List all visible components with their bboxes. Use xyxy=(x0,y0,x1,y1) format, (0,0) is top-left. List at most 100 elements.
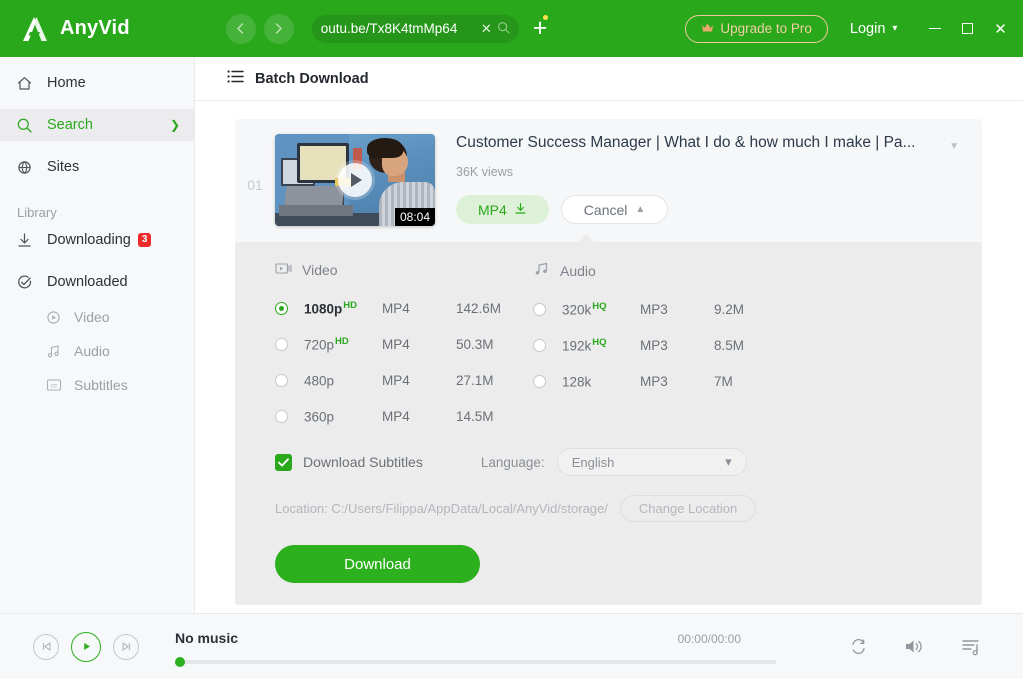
format-size: 142.6M xyxy=(456,300,502,316)
progress-bar[interactable] xyxy=(175,656,776,667)
language-label: Language: xyxy=(480,454,545,470)
sidebar-subitem-subtitles[interactable]: cc Subtitles xyxy=(0,370,194,400)
format-radio[interactable] xyxy=(533,374,546,388)
minimize-button[interactable] xyxy=(918,12,951,46)
sidebar-subitem-audio[interactable]: Audio xyxy=(0,336,194,366)
sidebar-item-sites[interactable]: Sites xyxy=(0,151,194,183)
close-button[interactable]: ✕ xyxy=(984,12,1017,46)
volume-button[interactable] xyxy=(904,637,925,656)
play-button[interactable] xyxy=(71,631,101,662)
next-button[interactable] xyxy=(113,633,139,660)
player-right-controls xyxy=(849,637,981,657)
sidebar-item-downloading[interactable]: Downloading 3 xyxy=(0,224,194,256)
format-quality: 480p xyxy=(304,373,335,389)
language-select[interactable]: English ▾ xyxy=(556,448,747,476)
sidebar-item-label: Sites xyxy=(47,159,80,175)
format-radio[interactable] xyxy=(533,302,546,316)
format-radio[interactable] xyxy=(275,337,288,351)
format-size: 14.5M xyxy=(456,408,494,424)
video-thumbnail[interactable]: 08:04 xyxy=(275,134,435,226)
login-button[interactable]: Login ▾ xyxy=(850,21,898,37)
format-extension: MP3 xyxy=(640,337,668,353)
cc-icon: cc xyxy=(46,378,66,392)
track-time: 00:00/00:00 xyxy=(677,631,741,646)
location-path: Location: C:/Users/Filippa/AppData/Local… xyxy=(275,501,608,516)
music-note-icon xyxy=(46,344,66,359)
app-logo: AnyVid xyxy=(20,14,130,44)
format-mp4-button[interactable]: MP4 xyxy=(456,195,549,225)
format-extension: MP4 xyxy=(382,336,410,352)
quality-tag: HQ xyxy=(592,300,607,312)
sidebar-item-search[interactable]: Search ❯ xyxy=(0,109,194,141)
cancel-button[interactable]: Cancel ▲ xyxy=(560,195,669,225)
forward-button[interactable] xyxy=(263,13,294,44)
video-formats-column: Video 1080pHD MP4 142.6M 720pHD MP4 50.3… xyxy=(275,262,533,434)
subtitles-row: Download Subtitles Language: English ▾ xyxy=(235,448,982,476)
back-button[interactable] xyxy=(225,13,256,44)
play-icon[interactable] xyxy=(338,163,372,197)
repeat-button[interactable] xyxy=(849,637,868,656)
progress-handle[interactable] xyxy=(175,656,185,667)
previous-button[interactable] xyxy=(33,633,59,660)
format-size: 9.2M xyxy=(714,301,745,317)
play-circle-icon xyxy=(46,310,66,325)
minimize-icon xyxy=(928,27,941,30)
format-extension: MP4 xyxy=(382,372,410,388)
sidebar-subitem-video[interactable]: Video xyxy=(0,302,194,332)
sidebar-item-label: Home xyxy=(47,75,86,91)
maximize-button[interactable] xyxy=(951,12,984,46)
player-controls xyxy=(33,631,139,662)
format-row-audio-0[interactable]: 320kHQ MP3 9.2M xyxy=(533,291,783,327)
check-circle-icon xyxy=(16,274,38,291)
sidebar-item-downloaded[interactable]: Downloaded xyxy=(0,266,194,298)
title-bar: AnyVid outu.be/Tx8K4tmMp64 ✕ + Upgrade t… xyxy=(0,0,1023,57)
format-row-video-0[interactable]: 1080pHD MP4 142.6M xyxy=(275,290,533,326)
url-input[interactable]: outu.be/Tx8K4tmMp64 xyxy=(321,21,476,36)
upgrade-label: Upgrade to Pro xyxy=(720,21,812,36)
format-quality: 360p xyxy=(304,409,335,425)
video-column-label: Video xyxy=(302,262,338,278)
change-location-button[interactable]: Change Location xyxy=(619,495,757,522)
sidebar-item-home[interactable]: Home xyxy=(0,67,194,99)
cancel-label: Cancel xyxy=(583,201,628,218)
sidebar-item-label: Downloading xyxy=(47,232,131,248)
new-tab-button[interactable]: + xyxy=(533,15,548,41)
downloading-count-badge: 3 xyxy=(137,232,152,248)
format-radio[interactable] xyxy=(275,301,288,315)
page-header: Batch Download xyxy=(195,57,1023,101)
login-label: Login xyxy=(849,20,886,37)
upgrade-to-pro-button[interactable]: Upgrade to Pro xyxy=(685,14,828,43)
download-icon xyxy=(514,202,527,218)
track-name: No music xyxy=(175,629,239,646)
search-icon[interactable] xyxy=(497,21,510,37)
format-row-video-2[interactable]: 480p MP4 27.1M xyxy=(275,362,533,398)
playlist-button[interactable] xyxy=(961,637,981,657)
location-row: Location: C:/Users/Filippa/AppData/Local… xyxy=(235,495,982,522)
format-quality: 128k xyxy=(562,374,592,390)
thumbnail-person-hair xyxy=(367,138,403,158)
crown-icon xyxy=(701,21,714,36)
format-options-panel: Video 1080pHD MP4 142.6M 720pHD MP4 50.3… xyxy=(235,234,982,605)
audio-column-label: Audio xyxy=(560,262,596,279)
url-bar[interactable]: outu.be/Tx8K4tmMp64 ✕ xyxy=(311,14,519,43)
play-icon xyxy=(83,643,90,650)
sidebar-subitem-label: Video xyxy=(74,309,110,325)
download-button[interactable]: Download xyxy=(275,545,480,583)
chevron-down-icon[interactable]: ▼ xyxy=(949,141,959,152)
format-radio[interactable] xyxy=(275,409,288,423)
maximize-icon xyxy=(962,23,973,34)
format-radio[interactable] xyxy=(275,373,288,387)
playlist-icon xyxy=(962,639,979,655)
format-row-video-1[interactable]: 720pHD MP4 50.3M xyxy=(275,326,533,362)
format-extension: MP3 xyxy=(640,373,668,389)
format-row-video-3[interactable]: 360p MP4 14.5M xyxy=(275,398,533,434)
sidebar-subitem-label: Subtitles xyxy=(74,377,128,393)
format-row-audio-1[interactable]: 192kHQ MP3 8.5M xyxy=(533,327,783,363)
list-icon xyxy=(227,69,244,89)
url-clear-icon[interactable]: ✕ xyxy=(481,21,492,37)
close-icon: ✕ xyxy=(994,20,1007,38)
page-title: Batch Download xyxy=(255,70,369,87)
format-row-audio-2[interactable]: 128k MP3 7M xyxy=(533,363,783,399)
format-radio[interactable] xyxy=(533,338,546,352)
download-subtitles-checkbox[interactable] xyxy=(275,453,292,471)
